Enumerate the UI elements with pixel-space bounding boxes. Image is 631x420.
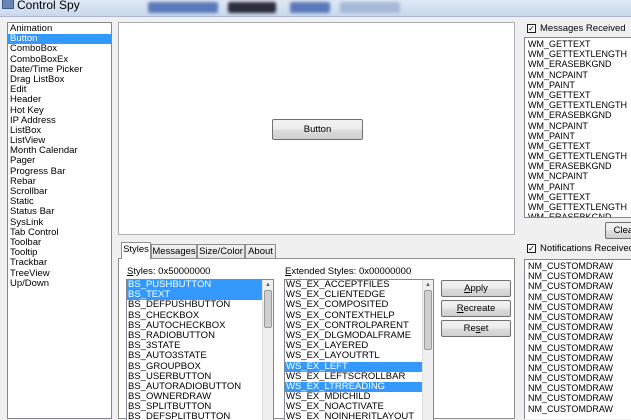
- notification-list-item[interactable]: NM_CUSTOMDRAW: [525, 332, 631, 342]
- ext-styles-list[interactable]: WS_EX_ACCEPTFILES WS_EX_CLIENTEDGE WS_EX_C…: [284, 279, 434, 420]
- message-list-item[interactable]: WM_GETTEXT: [525, 192, 631, 202]
- scroll-thumb[interactable]: [424, 290, 432, 350]
- message-list-item[interactable]: WM_PAINT: [525, 80, 631, 90]
- blurred-region: [340, 2, 400, 13]
- style-list-item[interactable]: BS_AUTO3STATE: [127, 351, 273, 361]
- message-list-item[interactable]: WM_GETTEXT: [525, 90, 631, 100]
- notification-list-item[interactable]: NM_CUSTOMDRAW: [525, 261, 631, 271]
- blurred-region: [290, 2, 330, 13]
- scroll-up-icon[interactable]: ▲: [263, 280, 273, 290]
- message-list-item[interactable]: WM_GETTEXTLENGTH: [525, 49, 631, 59]
- message-list-item[interactable]: WM_ERASEBKGND: [525, 110, 631, 120]
- blurred-region: [148, 2, 218, 13]
- message-list-item[interactable]: WM_GETTEXT: [525, 141, 631, 151]
- notification-list-item[interactable]: NM_CUSTOMDRAW: [525, 271, 631, 281]
- notification-list-item[interactable]: NM_CUSTOMDRAW: [525, 343, 631, 353]
- ext-styles-scrollbar[interactable]: ▲: [422, 280, 433, 420]
- message-list-item[interactable]: WM_ERASEBKGND: [525, 59, 631, 69]
- tab-size-color[interactable]: Size/Color: [197, 244, 245, 258]
- preview-area: Button: [118, 22, 515, 235]
- notification-list-item[interactable]: NM_CUSTOMDRAW: [525, 302, 631, 312]
- message-list-item[interactable]: WM_ERASEBKGND: [525, 212, 631, 217]
- message-list-item[interactable]: WM_GETTEXTLENGTH: [525, 202, 631, 212]
- messages-checkbox[interactable]: ✓: [527, 24, 536, 33]
- notifications-list[interactable]: NM_CUSTOMDRAW NM_CUSTOMDRAW NM_CUSTOMDRAW N…: [524, 259, 631, 419]
- message-list-item[interactable]: WM_NCPAINT: [525, 121, 631, 131]
- styles-label: Styles: 0x50000000: [127, 266, 211, 277]
- notifications-label: Notifications Received: [540, 243, 631, 254]
- clear-button[interactable]: Clear: [605, 222, 631, 239]
- message-list-item[interactable]: WM_GETTEXT: [525, 39, 631, 49]
- notification-list-item[interactable]: NM_CUSTOMDRAW: [525, 322, 631, 332]
- tab-styles[interactable]: Styles: [121, 242, 151, 259]
- control-list-item[interactable]: Trackbar: [8, 258, 111, 268]
- notification-list-item[interactable]: NM_CUSTOMDRAW: [525, 393, 631, 403]
- tab-panel-styles: Styles: 0x50000000 BS_PUSHBUTTON BS_TEXT B…: [118, 258, 515, 420]
- message-list-item[interactable]: WM_NCPAINT: [525, 70, 631, 80]
- preview-button[interactable]: Button: [272, 119, 363, 140]
- notification-list-item[interactable]: NM_CUSTOMDRAW: [525, 373, 631, 383]
- app-icon: [2, 0, 14, 9]
- notification-list-item[interactable]: NM_CUSTOMDRAW: [525, 353, 631, 363]
- control-list-item[interactable]: Up/Down: [8, 278, 111, 289]
- scroll-up-icon[interactable]: ▲: [423, 280, 433, 290]
- message-list-item[interactable]: WM_PAINT: [525, 131, 631, 141]
- notification-list-item[interactable]: NM_CUSTOMDRAW: [525, 312, 631, 322]
- recreate-button[interactable]: Recreate: [441, 300, 511, 317]
- styles-list[interactable]: BS_PUSHBUTTON BS_TEXT BS_DEFPUSHBUTTON BS_C…: [126, 279, 274, 420]
- tab-messages[interactable]: Messages: [151, 244, 197, 258]
- notification-list-item[interactable]: NM_CUSTOMDRAW: [525, 292, 631, 302]
- blurred-region: [228, 2, 276, 13]
- message-list-item[interactable]: WM_PAINT: [525, 182, 631, 192]
- notification-list-item[interactable]: NM_CUSTOMDRAW: [525, 383, 631, 393]
- control-list-item[interactable]: Header: [8, 95, 111, 105]
- messages-label: Messages Received: [540, 23, 626, 34]
- notification-list-item[interactable]: NM_CUSTOMDRAW: [525, 363, 631, 373]
- styles-scrollbar[interactable]: ▲: [262, 280, 273, 420]
- control-list[interactable]: Animation Button ComboBox ComboBoxEx Date/Ti…: [7, 22, 112, 419]
- message-list-item[interactable]: WM_GETTEXTLENGTH: [525, 151, 631, 161]
- message-list-item[interactable]: WM_ERASEBKGND: [525, 161, 631, 171]
- apply-button[interactable]: Apply: [441, 280, 511, 297]
- scroll-thumb[interactable]: [264, 290, 272, 328]
- notification-list-item[interactable]: NM_CUSTOMDRAW: [525, 404, 631, 414]
- tab-about[interactable]: About: [245, 244, 276, 258]
- notifications-checkbox[interactable]: ✓: [527, 244, 536, 253]
- reset-button[interactable]: Reset: [441, 320, 511, 337]
- ext-style-list-item[interactable]: WS_EX_LAYOUTRTL: [285, 351, 433, 361]
- message-list-item[interactable]: WM_NCPAINT: [525, 171, 631, 181]
- ext-styles-label: Extended Styles: 0x00000000: [285, 266, 412, 277]
- window-title: Control Spy: [17, 0, 80, 12]
- title-bar: Control Spy: [0, 0, 631, 17]
- message-list-item[interactable]: WM_GETTEXTLENGTH: [525, 100, 631, 110]
- messages-list[interactable]: WM_GETTEXT WM_GETTEXTLENGTH WM_ERASEBKGND W…: [524, 37, 631, 218]
- notification-list-item[interactable]: NM_CUSTOMDRAW: [525, 281, 631, 291]
